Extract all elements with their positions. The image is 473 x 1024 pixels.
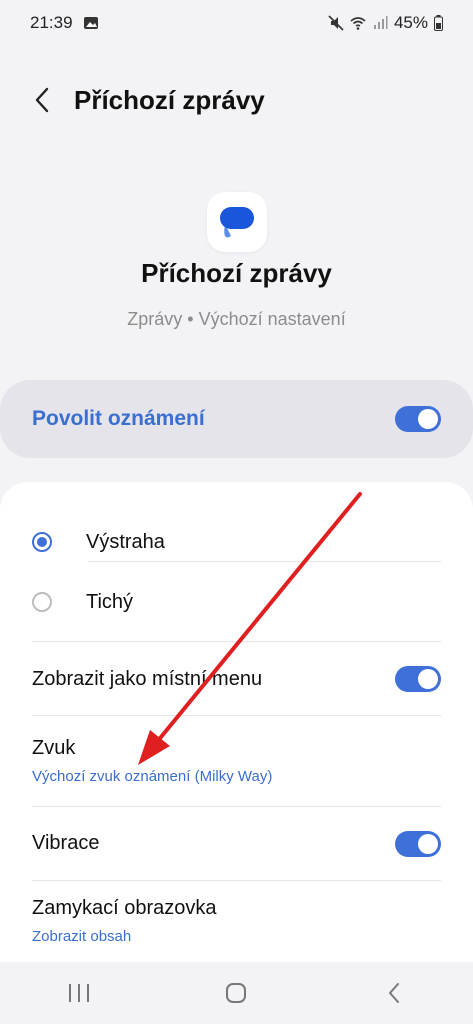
home-icon [226,983,247,1003]
home-button[interactable] [206,973,266,1013]
vibration-row[interactable]: Vibrace [0,807,473,880]
battery-icon [434,15,443,31]
status-right: 45% [328,13,443,33]
lock-screen-row[interactable]: Zamykací obrazovka Zobrazit obsah [0,881,473,961]
status-bar: 21:39 45% [0,0,473,46]
wifi-icon [350,17,366,30]
sound-row[interactable]: Zvuk Výchozí zvuk oznámení (Milky Way) [0,716,473,806]
lock-screen-label: Zamykací obrazovka [32,897,217,919]
recents-icon [68,984,89,1002]
allow-notifications-label: Povolit oznámení [32,407,205,430]
signal-icon [373,16,388,29]
alert-option-silent[interactable]: Tichý [0,562,473,642]
status-left: 21:39 [30,13,99,33]
gallery-notification-icon [83,17,98,29]
sound-label: Zvuk [32,737,76,759]
radio-alert[interactable] [32,532,52,552]
popup-row[interactable]: Zobrazit jako místní menu [0,642,473,716]
radio-silent[interactable] [32,592,52,612]
vibration-label: Vibrace [32,832,100,854]
battery-percent: 45% [393,13,428,32]
channel-subtitle: Zprávy • Výchozí nastavení [127,309,346,329]
popup-toggle[interactable] [395,666,441,692]
mute-icon [328,15,344,31]
recents-button[interactable] [49,973,109,1013]
chat-bubble-icon [220,207,254,238]
back-arrow-icon [35,87,49,113]
lock-screen-value: Zobrazit obsah [32,928,132,945]
status-time: 21:39 [30,13,73,32]
back-button[interactable] [22,80,62,120]
app-header: Příchozí zprávy [0,70,473,130]
radio-label-silent: Tichý [86,590,134,613]
page-title: Příchozí zprávy [74,84,265,115]
popup-label: Zobrazit jako místní menu [32,667,263,690]
notification-settings-card: Výstraha Tichý Zobrazit jako místní menu… [0,482,473,962]
system-nav-bar [0,962,473,1024]
channel-title: Příchozí zprávy [141,258,332,288]
vibration-toggle[interactable] [395,830,441,857]
sound-value: Výchozí zvuk oznámení (Milky Way) [32,768,273,785]
radio-label-alert: Výstraha [86,530,165,553]
back-nav-icon [389,983,400,1003]
allow-notifications-row[interactable]: Povolit oznámení [0,380,473,458]
allow-notifications-toggle[interactable] [395,406,441,432]
messages-app-icon [207,192,267,252]
back-nav-button[interactable] [364,973,424,1013]
